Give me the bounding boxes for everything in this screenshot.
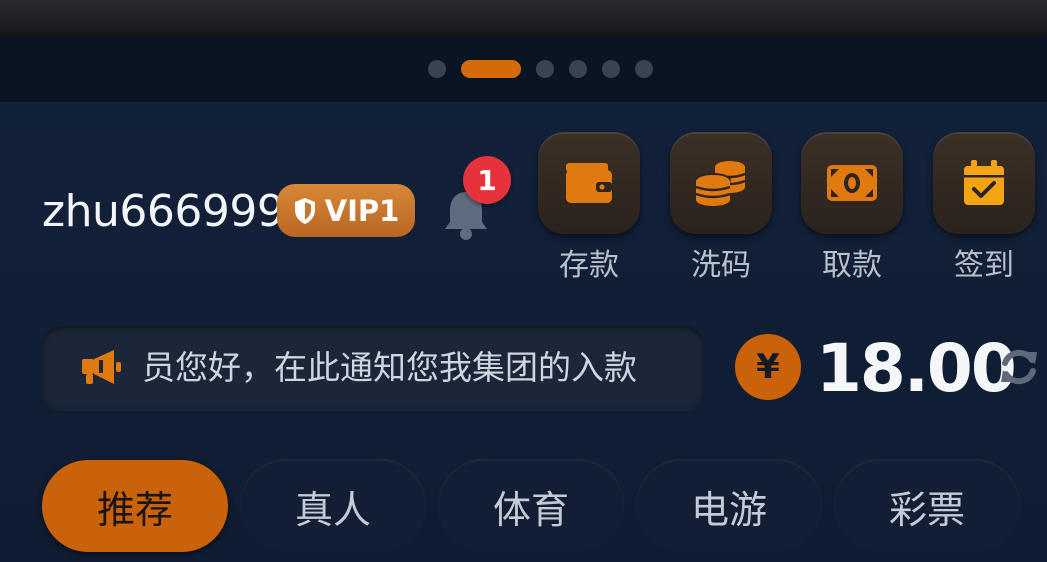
carousel-dot[interactable]: [635, 60, 653, 78]
cash-icon: [827, 165, 877, 201]
notice-marquee[interactable]: 员您好，在此通知您我集团的入款: [42, 326, 704, 410]
notice-text: 员您好，在此通知您我集团的入款: [142, 348, 637, 387]
check-in-label: 签到: [954, 248, 1014, 283]
tab-slots[interactable]: 电游: [636, 460, 822, 552]
refresh-icon[interactable]: [998, 346, 1040, 388]
rebate-label: 洗码: [691, 248, 751, 283]
rebate-button[interactable]: 洗码: [670, 132, 772, 292]
carousel-dot[interactable]: [536, 60, 554, 78]
tab-sports[interactable]: 体育: [438, 460, 624, 552]
balance-amount: 18.00: [816, 330, 1017, 407]
check-in-button[interactable]: 签到: [933, 132, 1035, 292]
promo-banner[interactable]: [0, 0, 1047, 36]
coins-icon: [695, 161, 746, 206]
withdraw-label: 取款: [822, 248, 882, 283]
vip-badge[interactable]: VIP1: [277, 184, 415, 237]
notification-count-badge: 1: [463, 156, 511, 204]
vip-label: VIP1: [324, 193, 400, 228]
deposit-button[interactable]: 存款: [538, 132, 640, 292]
carousel-dot[interactable]: [569, 60, 587, 78]
calendar-check-icon: [964, 160, 1004, 205]
tab-live[interactable]: 真人: [240, 460, 426, 552]
yen-icon: ¥: [735, 334, 801, 400]
tab-recommended[interactable]: 推荐: [42, 460, 228, 552]
carousel-dot[interactable]: [428, 60, 446, 78]
tab-lottery[interactable]: 彩票: [834, 460, 1020, 552]
username: zhu666999: [42, 186, 285, 237]
carousel-dot-active[interactable]: [461, 60, 521, 78]
withdraw-button[interactable]: 取款: [801, 132, 903, 292]
deposit-label: 存款: [559, 248, 619, 283]
megaphone-icon: [82, 350, 121, 384]
carousel-dot[interactable]: [602, 60, 620, 78]
carousel-indicator: [0, 36, 1047, 102]
shield-icon: [294, 197, 315, 224]
wallet-icon: [566, 163, 612, 203]
